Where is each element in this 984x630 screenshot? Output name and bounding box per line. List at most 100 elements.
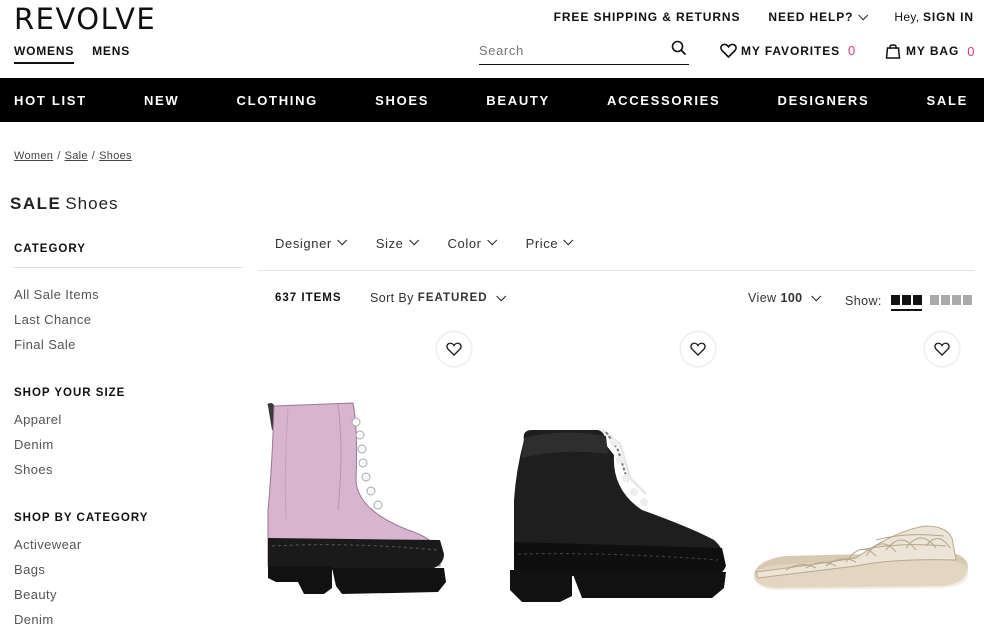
favorites-count: 0	[848, 43, 857, 58]
filter-size[interactable]: Size	[375, 235, 419, 256]
size-list: Apparel Denim Shoes	[14, 407, 242, 482]
need-help-label: NEED HELP?	[768, 10, 854, 24]
page-title: SALE Shoes	[10, 194, 119, 214]
breadcrumb-shoes[interactable]: Shoes	[99, 150, 132, 162]
search-input[interactable]	[479, 38, 659, 62]
view-value: 100	[780, 291, 803, 305]
chevron-down-icon	[408, 235, 419, 246]
category-list: All Sale Items Last Chance Final Sale	[14, 282, 242, 357]
grid-3-icon[interactable]	[890, 295, 922, 311]
nav-clothing[interactable]: CLOTHING	[237, 93, 318, 108]
nav-sale[interactable]: SALE	[927, 93, 968, 108]
sign-in-link[interactable]: SIGN IN	[923, 10, 974, 24]
free-shipping-link[interactable]: FREE SHIPPING & RETURNS	[554, 10, 741, 24]
sidebar-item-final-sale[interactable]: Final Sale	[14, 332, 242, 357]
sidebar-item-all-sale-items[interactable]: All Sale Items	[14, 282, 242, 307]
product-card[interactable]	[258, 330, 488, 630]
sidebar-item-last-chance[interactable]: Last Chance	[14, 307, 242, 332]
chevron-down-icon	[810, 290, 821, 301]
search-icon[interactable]	[671, 40, 687, 56]
favorites-label: MY FAVORITES	[741, 43, 841, 58]
sort-dropdown[interactable]: Sort By FEATURED	[370, 290, 506, 305]
sidebar-heading-category: CATEGORY	[14, 243, 242, 268]
nav-designers[interactable]: DESIGNERS	[778, 93, 870, 108]
breadcrumb-separator: /	[57, 150, 61, 162]
revolve-logo[interactable]: REVOLVE	[14, 2, 156, 36]
filter-size-label: Size	[375, 236, 404, 251]
bag-count: 0	[967, 43, 976, 59]
sort-label: Sort By	[370, 291, 414, 305]
sidebar: CATEGORY All Sale Items Last Chance Fina…	[14, 243, 242, 630]
heart-icon	[690, 342, 706, 356]
results-toolbar: 637 ITEMS Sort By FEATURED View 100 Show…	[258, 290, 975, 312]
nav-new[interactable]: NEW	[144, 93, 179, 108]
filter-color[interactable]: Color	[447, 235, 497, 256]
nav-hot-list[interactable]: HOT LIST	[14, 93, 87, 108]
filter-bar: Designer Size Color Price	[258, 235, 975, 271]
nav-accessories[interactable]: ACCESSORIES	[607, 93, 720, 108]
chevron-down-icon	[495, 290, 506, 301]
sidebar-heading-size: SHOP YOUR SIZE	[14, 387, 126, 399]
filter-price-label: Price	[525, 236, 559, 251]
shopping-bag-icon	[885, 44, 901, 59]
by-category-list: Activewear Bags Beauty Denim	[14, 532, 242, 630]
my-bag-link[interactable]: MY BAG 0	[885, 43, 975, 59]
gender-tabs: WOMENS MENS	[14, 44, 130, 64]
product-card[interactable]	[746, 330, 976, 630]
nav-beauty[interactable]: BEAUTY	[486, 93, 550, 108]
view-label: View	[748, 291, 777, 305]
breadcrumb: Women / Sale / Shoes	[14, 150, 132, 162]
chevron-down-icon	[858, 9, 869, 20]
product-image-pink-boot[interactable]	[258, 370, 488, 630]
page-title-rest: Shoes	[65, 194, 119, 213]
bag-label: MY BAG	[906, 44, 960, 58]
heart-icon	[446, 342, 462, 356]
favorite-button[interactable]	[437, 332, 471, 366]
need-help-menu[interactable]: NEED HELP?	[768, 9, 869, 24]
product-image-black-boot[interactable]	[502, 370, 732, 630]
filter-price[interactable]: Price	[525, 235, 574, 256]
product-card[interactable]	[502, 330, 732, 630]
favorite-button[interactable]	[681, 332, 715, 366]
filter-color-label: Color	[447, 236, 482, 251]
nav-shoes[interactable]: SHOES	[375, 93, 429, 108]
sidebar-item-shoes-size[interactable]: Shoes	[14, 457, 242, 482]
sidebar-item-apparel[interactable]: Apparel	[14, 407, 242, 432]
grid-size-selector: Show:	[845, 291, 972, 311]
main-nav: HOT LIST NEW CLOTHING SHOES BEAUTY ACCES…	[0, 78, 984, 122]
tab-womens[interactable]: WOMENS	[14, 44, 75, 64]
shop-by-category-group: SHOP BY CATEGORY Activewear Bags Beauty …	[14, 512, 242, 630]
favorite-button[interactable]	[925, 332, 959, 366]
sidebar-item-activewear[interactable]: Activewear	[14, 532, 242, 557]
greeting-label: Hey,	[894, 10, 920, 24]
shop-your-size-group: SHOP YOUR SIZE Apparel Denim Shoes	[14, 387, 242, 482]
account-link[interactable]: Hey, SIGN IN	[894, 10, 974, 24]
sidebar-item-bags[interactable]: Bags	[14, 557, 242, 582]
filter-designer[interactable]: Designer	[275, 235, 347, 256]
chevron-down-icon	[337, 235, 347, 246]
utility-links: FREE SHIPPING & RETURNS NEED HELP? Hey, …	[526, 9, 974, 24]
breadcrumb-women[interactable]: Women	[14, 150, 53, 162]
breadcrumb-separator: /	[91, 150, 96, 162]
free-shipping-label: FREE SHIPPING & RETURNS	[553, 10, 741, 24]
my-favorites-link[interactable]: MY FAVORITES 0	[720, 43, 856, 58]
heart-icon	[720, 43, 737, 58]
view-count-dropdown[interactable]: View 100	[748, 290, 821, 305]
sidebar-heading-by-category: SHOP BY CATEGORY	[14, 512, 149, 524]
chevron-down-icon	[563, 235, 574, 246]
heart-icon	[934, 342, 950, 356]
sidebar-item-denim-size[interactable]: Denim	[14, 432, 242, 457]
items-count: 637 ITEMS	[275, 292, 342, 304]
sidebar-item-denim[interactable]: Denim	[14, 607, 242, 630]
tab-mens[interactable]: MENS	[92, 44, 130, 64]
grid-4-icon[interactable]	[929, 295, 972, 305]
chevron-down-icon	[486, 235, 497, 246]
product-image-woven-slide[interactable]	[746, 370, 976, 630]
sidebar-item-beauty[interactable]: Beauty	[14, 582, 242, 607]
sort-value: FEATURED	[417, 292, 488, 304]
show-label: Show:	[845, 294, 882, 308]
search-bar	[479, 38, 689, 65]
page-title-bold: SALE	[10, 194, 62, 213]
breadcrumb-sale[interactable]: Sale	[65, 150, 88, 162]
filter-designer-label: Designer	[275, 236, 332, 251]
